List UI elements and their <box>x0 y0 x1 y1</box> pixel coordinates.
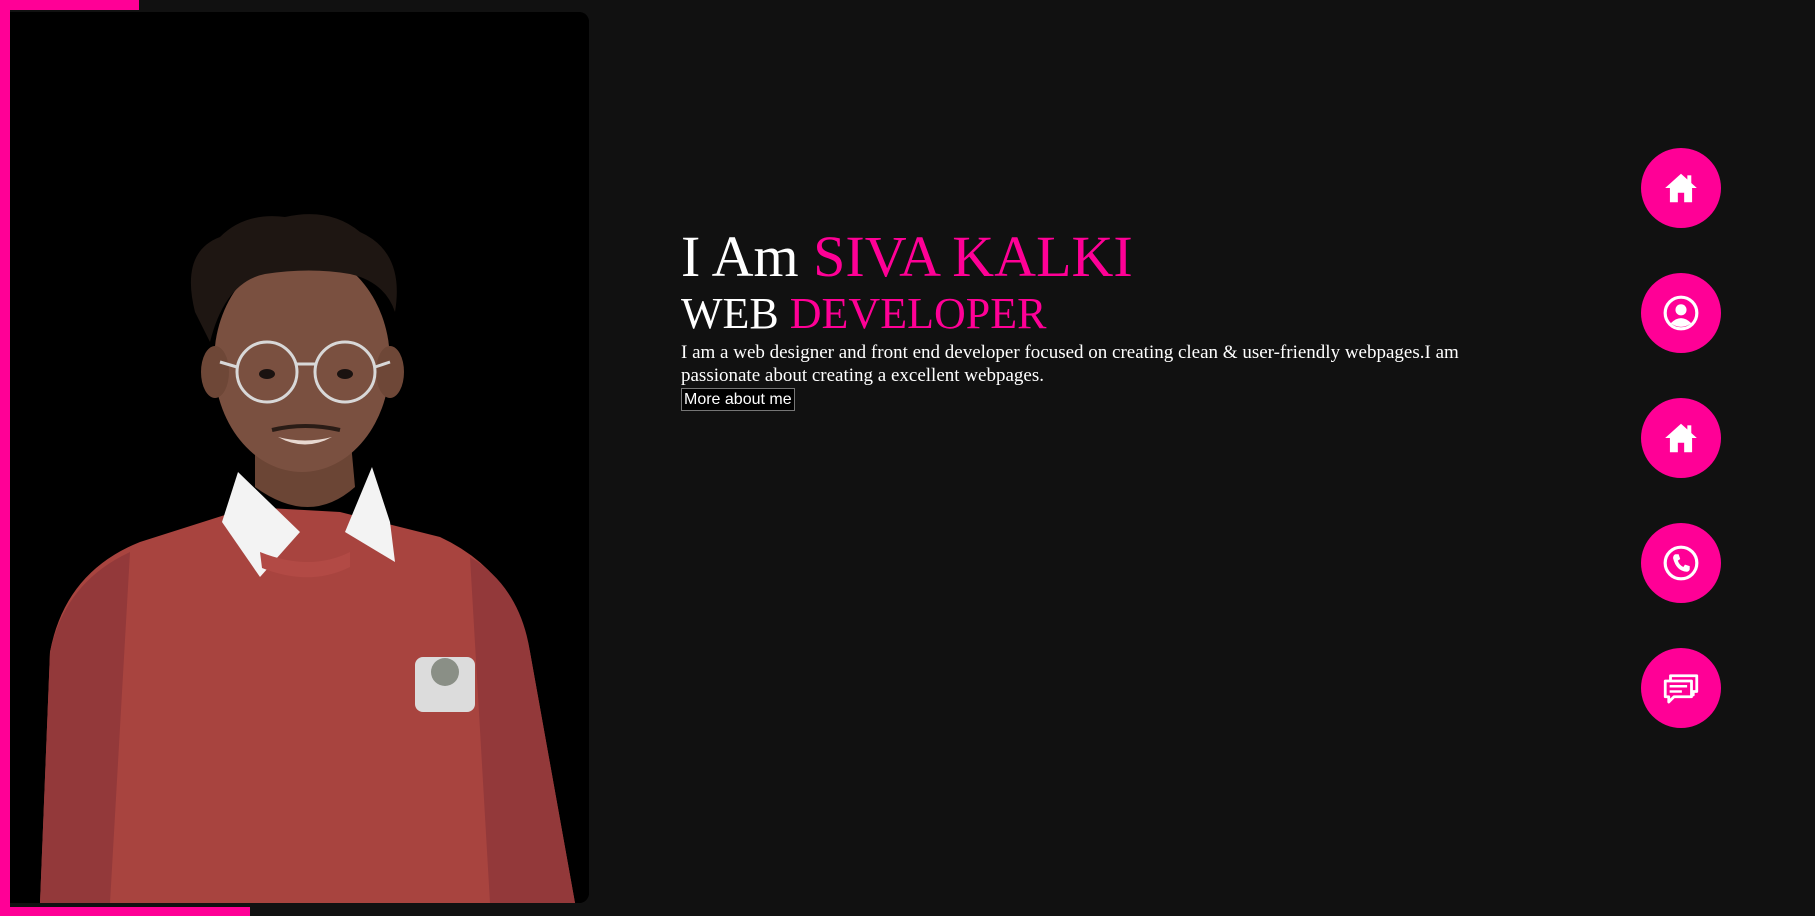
nav-messages-button[interactable] <box>1641 648 1721 728</box>
hero-name: SIVA KALKI <box>813 224 1133 289</box>
nav-services-button[interactable] <box>1641 398 1721 478</box>
hero-section: I Am SIVA KALKI WEB DEVELOPER I am a web… <box>681 222 1491 411</box>
home-icon <box>1665 173 1697 203</box>
profile-photo-illustration <box>10 12 589 903</box>
hero-role-second: DEVELOPER <box>789 289 1047 338</box>
hero-greeting: I Am <box>681 224 799 289</box>
accent-bar-top <box>0 0 139 10</box>
hero-title: I Am SIVA KALKI <box>681 222 1491 292</box>
phone-icon <box>1663 545 1699 581</box>
nav-contact-button[interactable] <box>1641 523 1721 603</box>
hero-role: WEB DEVELOPER <box>681 289 1491 339</box>
user-icon <box>1663 295 1699 331</box>
chat-icon <box>1663 674 1699 704</box>
side-nav <box>1641 148 1721 773</box>
home-icon <box>1665 423 1697 453</box>
hero-role-first: WEB <box>681 289 779 338</box>
profile-photo <box>10 12 589 903</box>
nav-about-button[interactable] <box>1641 273 1721 353</box>
more-about-me-button[interactable]: More about me <box>681 388 795 411</box>
accent-bar-bottom <box>0 907 250 916</box>
nav-home-button[interactable] <box>1641 148 1721 228</box>
hero-description: I am a web designer and front end develo… <box>681 342 1459 386</box>
accent-bar-left <box>0 0 10 916</box>
